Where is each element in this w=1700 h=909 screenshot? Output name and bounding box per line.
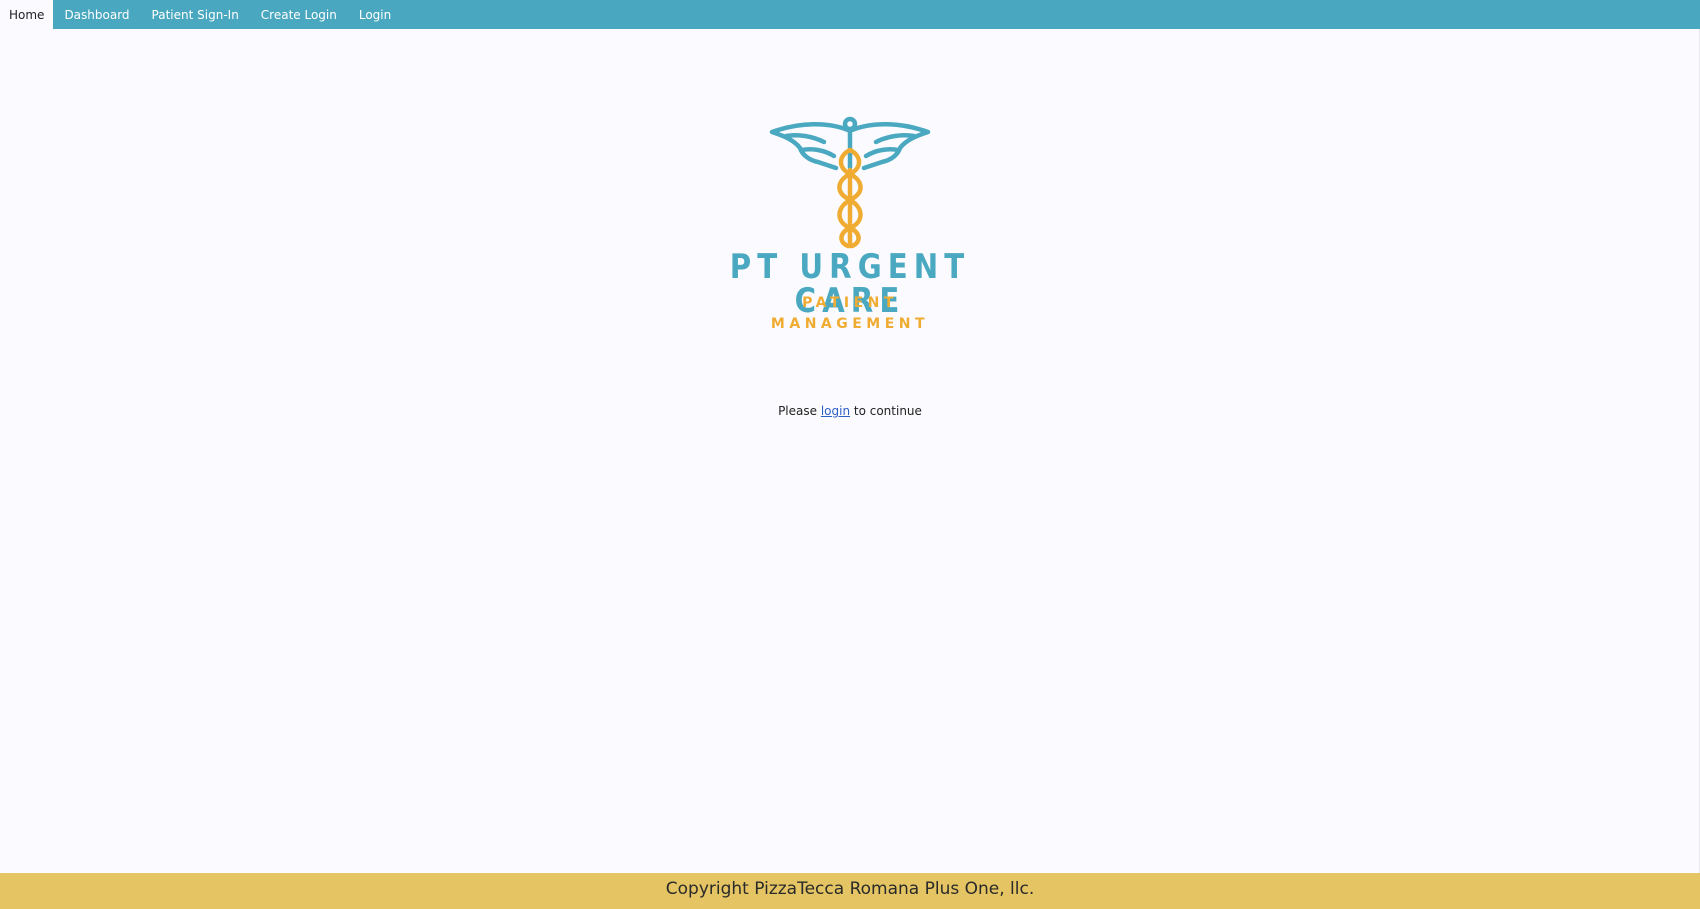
copyright-text: Copyright PizzaTecca Romana Plus One, ll… — [665, 879, 1035, 899]
brand-subtitle-line2: MANAGEMENT — [770, 316, 930, 332]
caduceus-icon — [769, 116, 931, 249]
nav-item-login[interactable]: Login — [348, 0, 402, 29]
page: Home Dashboard Patient Sign-In Create Lo… — [0, 0, 1700, 909]
nav-item-create-login[interactable]: Create Login — [250, 0, 348, 29]
footer: Copyright PizzaTecca Romana Plus One, ll… — [0, 873, 1700, 909]
nav-item-dashboard[interactable]: Dashboard — [53, 0, 140, 29]
login-prompt: Please login to continue — [0, 404, 1700, 418]
nav-item-patient-sign-in[interactable]: Patient Sign-In — [141, 0, 250, 29]
brand-logo: PT URGENT CARE PATIENT MANAGEMENT — [690, 110, 1010, 340]
top-nav-bar: Home Dashboard Patient Sign-In Create Lo… — [0, 0, 1700, 29]
login-prompt-suffix: to continue — [850, 404, 922, 418]
brand-subtitle-line1: PATIENT — [802, 295, 898, 311]
login-prompt-prefix: Please — [778, 404, 821, 418]
login-link[interactable]: login — [821, 404, 850, 418]
nav-item-home[interactable]: Home — [0, 0, 54, 29]
